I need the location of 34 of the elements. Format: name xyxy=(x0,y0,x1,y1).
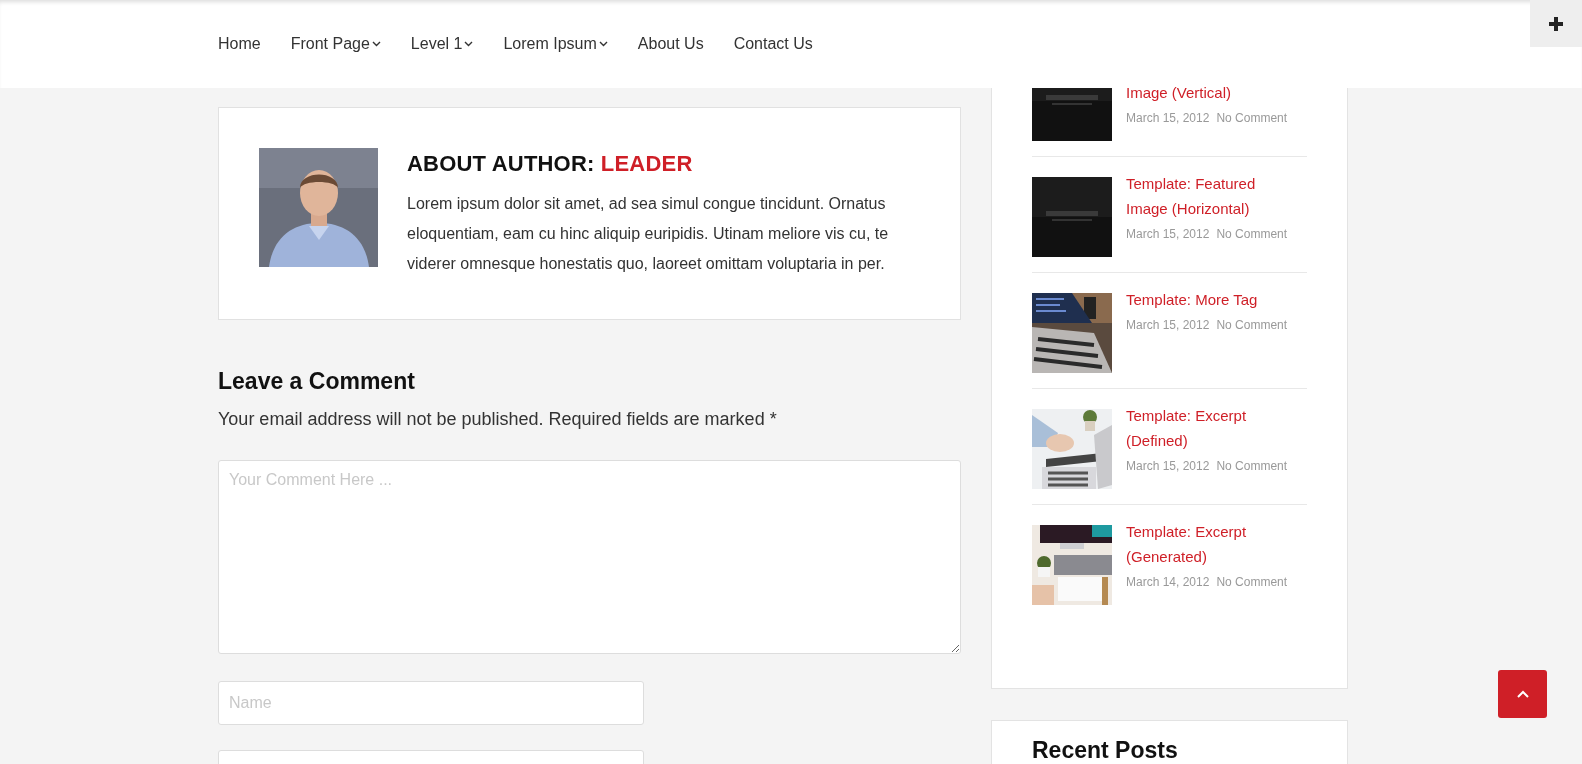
post-date: March 14, 2012 xyxy=(1126,575,1210,589)
plus-icon xyxy=(1548,15,1564,32)
widget-title: Recent Posts xyxy=(1032,737,1179,764)
comment-count: No Comment xyxy=(1216,111,1288,125)
post-title-link[interactable]: Template: Excerpt (Defined) xyxy=(1126,403,1296,453)
post-date: March 15, 2012 xyxy=(1126,318,1210,332)
comment-count: No Comment xyxy=(1216,318,1288,332)
chevron-down-icon xyxy=(598,41,608,47)
menu-item[interactable]: Contact Us xyxy=(733,35,813,53)
post-title-link[interactable]: Template: Featured Image (Horizontal) xyxy=(1126,171,1296,221)
post-date: March 15, 2012 xyxy=(1126,459,1210,473)
post-title-link[interactable]: Template: More Tag xyxy=(1126,287,1296,312)
menu-item[interactable]: About Us xyxy=(637,35,704,53)
author-heading: ABOUT AUTHOR: LEADER xyxy=(407,151,694,177)
comment-note: Your email address will not be published. Required fields are marked * xyxy=(218,409,778,430)
post-title-link[interactable]: Image (Vertical) xyxy=(1126,80,1296,105)
scroll-top-button[interactable] xyxy=(1498,670,1547,718)
author-bio: Lorem ipsum dolor sit amet, ad sea simul congue tincidunt. Ornatus eloquentiam, eam cu hinc aliquip euripidis. Utinam meliore vis cu, te viderer omnesque honestatis quo, laoreet omittam voluptaria in per. xyxy=(407,194,890,274)
menu-item[interactable]: Home xyxy=(218,35,261,53)
post-date: March 15, 2012 xyxy=(1126,111,1210,125)
plus-button[interactable] xyxy=(1530,0,1582,47)
menu-item[interactable]: Lorem Ipsum xyxy=(503,35,608,53)
comment-count: No Comment xyxy=(1216,575,1288,589)
comment-count: No Comment xyxy=(1216,227,1288,241)
comment-count: No Comment xyxy=(1216,459,1288,473)
chevron-down-icon xyxy=(464,41,474,47)
menu-item[interactable]: Front Page xyxy=(290,35,381,53)
post-title-link[interactable]: Template: Excerpt (Generated) xyxy=(1126,519,1296,569)
menu-item[interactable]: Level 1 xyxy=(410,35,474,53)
author-name: LEADER xyxy=(600,151,693,176)
chevron-down-icon xyxy=(371,41,381,47)
post-date: March 15, 2012 xyxy=(1126,227,1210,241)
caret-up-icon xyxy=(1516,690,1529,698)
comment-title: Leave a Comment xyxy=(218,368,416,395)
